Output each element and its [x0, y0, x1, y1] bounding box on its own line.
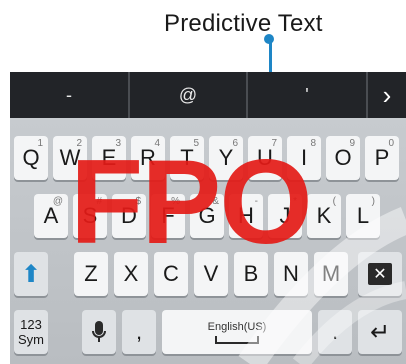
- shift-key[interactable]: ⬆: [14, 252, 48, 296]
- callout-line: [269, 38, 272, 72]
- symbols-key-bottom: Sym: [18, 332, 44, 347]
- key-p-label: P: [374, 145, 390, 170]
- key-l-alt: ): [371, 196, 375, 207]
- key-m-label: M: [321, 261, 341, 286]
- key-m[interactable]: M: [314, 252, 348, 296]
- key-l-label: L: [356, 203, 370, 228]
- key-l[interactable]: L): [346, 194, 380, 238]
- backspace-icon: ✕: [368, 263, 392, 285]
- period-key[interactable]: .: [318, 310, 352, 354]
- fpo-overlay-text: FPO: [70, 135, 313, 269]
- comma-key[interactable]: ,: [122, 310, 156, 354]
- enter-icon: ↵: [369, 318, 391, 346]
- key-k[interactable]: K(: [307, 194, 341, 238]
- microphone-icon: [92, 321, 106, 342]
- key-q-alt: 1: [37, 138, 43, 149]
- key-a-alt: @: [52, 196, 63, 207]
- key-q[interactable]: Q1: [14, 136, 48, 180]
- backspace-key[interactable]: ✕: [358, 252, 402, 296]
- symbols-key-top: 123: [20, 317, 42, 332]
- space-bar-icon: [215, 335, 259, 344]
- key-p[interactable]: P0: [365, 136, 399, 180]
- key-i-alt: 8: [310, 138, 316, 149]
- key-a[interactable]: A @: [34, 194, 68, 238]
- key-k-label: K: [316, 203, 332, 228]
- enter-key[interactable]: ↵: [358, 310, 402, 354]
- voice-input-key[interactable]: [82, 310, 116, 354]
- key-p-alt: 0: [388, 138, 394, 149]
- suggestion-1[interactable]: -: [10, 72, 128, 118]
- symbols-key[interactable]: 123 Sym: [14, 310, 48, 354]
- suggestion-3[interactable]: ': [248, 72, 366, 118]
- chevron-right-icon[interactable]: ›: [368, 72, 406, 118]
- space-key[interactable]: English(US): [162, 310, 312, 354]
- key-o-alt: 9: [349, 138, 355, 149]
- suggestion-2[interactable]: @: [130, 72, 246, 118]
- callout-label: Predictive Text: [164, 10, 323, 37]
- shift-arrow-icon: ⬆: [20, 260, 42, 288]
- key-o[interactable]: O9: [326, 136, 360, 180]
- key-k-alt: (: [332, 196, 336, 207]
- space-key-language: English(US): [207, 320, 267, 333]
- prediction-bar: - @ ' ›: [10, 72, 406, 118]
